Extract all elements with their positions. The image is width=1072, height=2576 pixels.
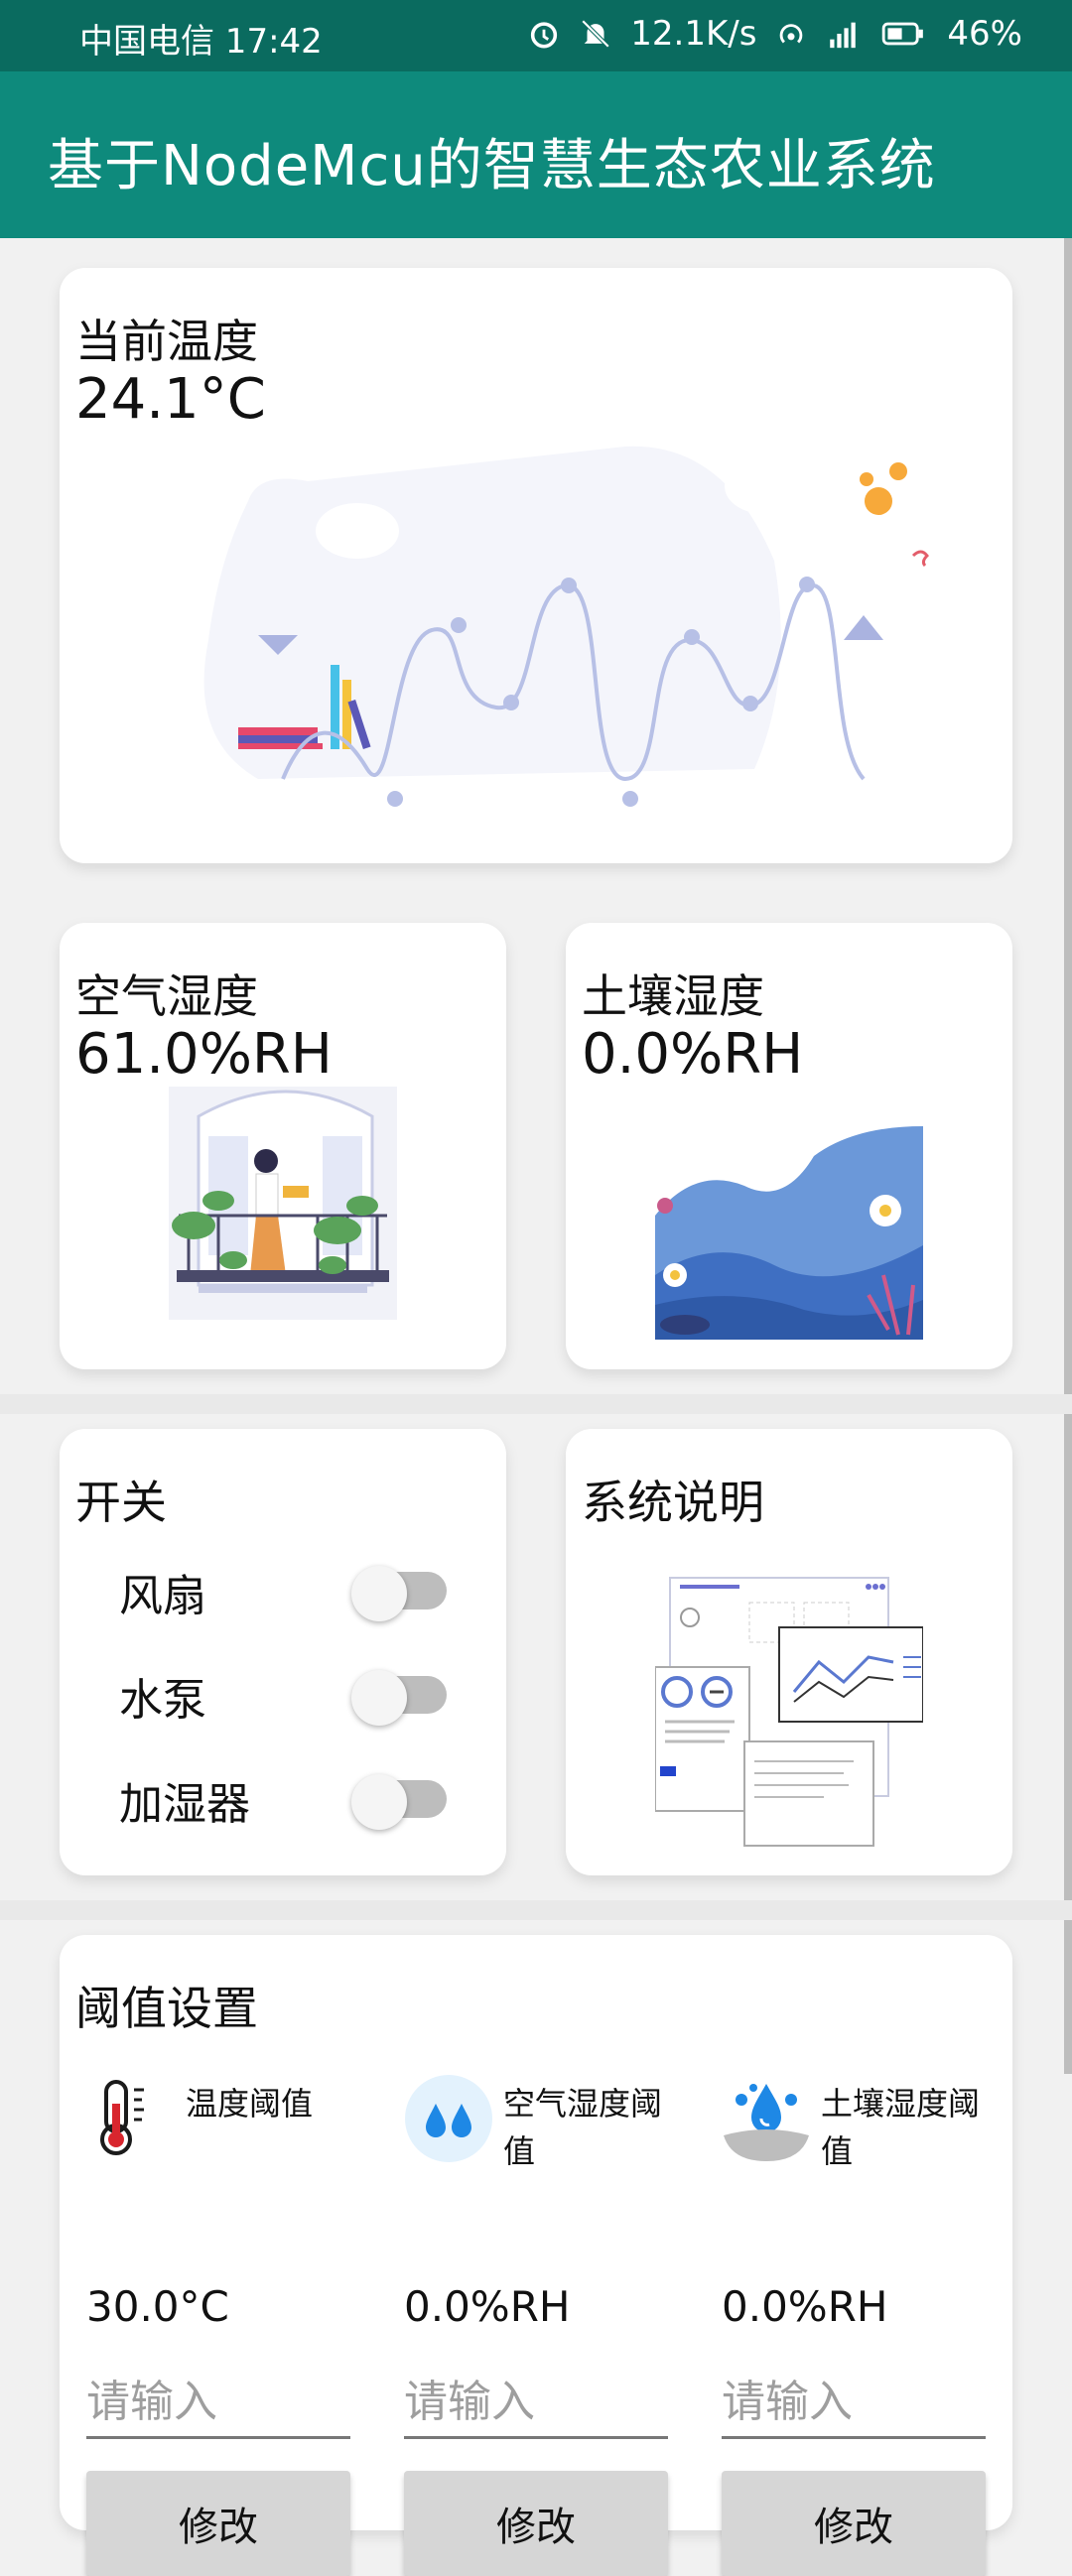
dashboard-illustration (655, 1577, 923, 1847)
humidifier-toggle[interactable] (351, 1774, 447, 1830)
section-divider (0, 1900, 1072, 1920)
water-drops-icon (405, 2075, 492, 2162)
switch-card: 开关 风扇 水泵 加湿器 (60, 1429, 506, 1875)
temperature-value: 24.1°C (75, 367, 266, 432)
soil-humidity-threshold-value: 0.0%RH (722, 2282, 888, 2331)
system-description-title: 系统说明 (582, 1476, 764, 1529)
air-humidity-label: 空气湿度 (75, 969, 258, 1023)
fan-toggle-thumb (351, 1566, 407, 1621)
switch-row-fan: 风扇 (119, 1548, 447, 1627)
system-description-card[interactable]: 系统说明 (566, 1429, 1012, 1875)
threshold-settings-card: 阈值设置 温度阈值 30.0°C 修改 空气湿度阈值 0.0%RH 修改 (60, 1935, 1012, 2576)
fan-toggle[interactable] (351, 1566, 447, 1621)
carrier-time: 中国电信 17:42 (79, 22, 323, 62)
switch-row-pump: 水泵 (119, 1652, 447, 1732)
pump-label: 水泵 (119, 1675, 206, 1726)
air-humidity-threshold-column: 空气湿度阈值 0.0%RH 修改 (404, 2074, 672, 2576)
pump-toggle[interactable] (351, 1670, 447, 1726)
status-icons: 12.1K/s 46% (527, 14, 1022, 54)
soil-humidity-threshold-input[interactable] (722, 2367, 986, 2439)
air-humidity-card: 空气湿度 61.0%RH (60, 923, 506, 1369)
alarm-icon (531, 22, 558, 49)
balcony-illustration (169, 1087, 397, 1320)
battery-level: 46% (947, 14, 1022, 54)
soil-humidity-card: 土壤湿度 0.0%RH (566, 923, 1012, 1369)
humidifier-toggle-thumb (351, 1774, 407, 1830)
hotspot-icon (780, 24, 803, 44)
section-divider (0, 1394, 1072, 1414)
soil-humidity-threshold-label: 土壤湿度阈值 (821, 2085, 981, 2170)
temperature-label: 当前温度 (75, 315, 258, 368)
soil-humidity-label: 土壤湿度 (582, 969, 764, 1023)
app-title: 基于NodeMcu的智慧生态农业系统 (48, 134, 936, 198)
temperature-threshold-column: 温度阈值 30.0°C 修改 (86, 2074, 354, 2576)
temperature-card: 当前温度 24.1°C (60, 268, 1012, 863)
app-bar: 基于NodeMcu的智慧生态农业系统 (0, 71, 1072, 238)
air-humidity-threshold-modify-button[interactable]: 修改 (404, 2471, 668, 2576)
water-garden-illustration (655, 1126, 923, 1340)
switch-card-title: 开关 (75, 1476, 167, 1529)
temperature-illustration (203, 446, 929, 807)
battery-icon (882, 22, 924, 46)
soil-humidity-threshold-column: 土壤湿度阈值 0.0%RH 修改 (722, 2074, 990, 2576)
temperature-threshold-label: 温度阈值 (186, 2085, 314, 2123)
air-humidity-threshold-input[interactable] (404, 2367, 668, 2439)
network-speed: 12.1K/s (630, 14, 757, 54)
temperature-threshold-modify-button[interactable]: 修改 (86, 2471, 350, 2576)
switch-row-humidifier: 加湿器 (119, 1756, 447, 1836)
status-bar: 中国电信 17:42 12.1K/s 46% (0, 0, 1072, 71)
soil-humidity-value: 0.0%RH (582, 1022, 804, 1087)
temperature-threshold-value: 30.0°C (86, 2282, 229, 2331)
fan-label: 风扇 (119, 1571, 206, 1621)
thermometer-icon (100, 2080, 144, 2155)
air-humidity-threshold-value: 0.0%RH (404, 2282, 571, 2331)
signal-icon (830, 22, 857, 49)
mute-icon (581, 19, 610, 49)
pump-toggle-thumb (351, 1670, 407, 1726)
soil-moisture-icon (724, 2084, 809, 2161)
scrollbar[interactable] (1064, 238, 1072, 2074)
air-humidity-threshold-label: 空气湿度阈值 (503, 2085, 663, 2170)
humidifier-label: 加湿器 (119, 1779, 250, 1830)
threshold-settings-title: 阈值设置 (75, 1982, 258, 2035)
soil-humidity-threshold-modify-button[interactable]: 修改 (722, 2471, 986, 2576)
temperature-threshold-input[interactable] (86, 2367, 350, 2439)
